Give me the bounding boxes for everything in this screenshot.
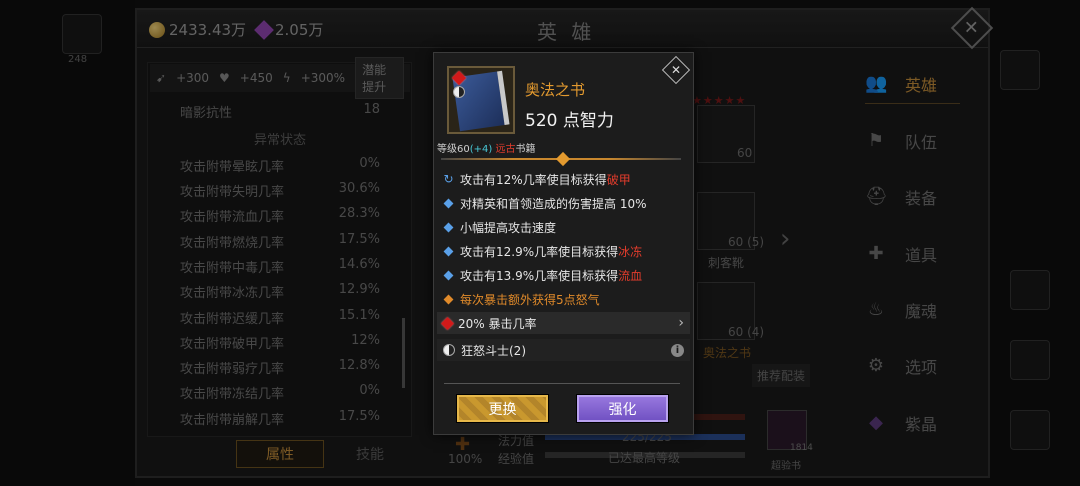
set-bonus-text: 狂怒斗士(2) [461,343,526,358]
info-icon[interactable]: i [671,343,684,357]
effect-text: 攻击有12%几率使目标获得 [460,172,607,187]
blue-diamond-icon [443,270,454,280]
close-icon: ✕ [670,63,682,77]
effect-line: ↻ 攻击有12%几率使目标获得破甲 [443,170,631,188]
effect-text: 每次暴击额外获得5点怒气 [460,292,600,307]
reroll-icon: ↻ [443,172,454,186]
blue-diamond-icon [443,198,454,208]
item-level: 等级60 [437,144,470,155]
set-bonus-row[interactable]: 狂怒斗士(2) i [437,339,690,361]
item-name: 奥法之书 [525,81,586,99]
effect-line: 每次暴击额外获得5点怒气 [443,290,600,308]
blue-diamond-icon [443,246,454,256]
effect-highlight: 冰冻 [618,244,643,259]
item-rarity: 远古 [495,144,516,155]
effect-text: 对精英和首领造成的伤害提高 10% [460,196,647,211]
item-type: 书籍 [515,144,536,155]
yinyang-icon [443,344,455,356]
orange-diamond-icon [443,294,454,304]
blue-diamond-icon [443,222,454,232]
item-main-stat: 520 点智力 [525,111,614,131]
effect-highlight: 流血 [618,268,643,283]
ruby-icon [441,316,454,330]
gem-bonus-text: 20% 暴击几率 [458,316,537,331]
item-level-line: 等级60(+4) 远古书籍 [437,140,535,155]
popup-divider [444,383,680,384]
effect-line: 对精英和首领造成的伤害提高 10% [443,194,647,212]
item-level-bonus: (+4) [469,144,493,155]
effect-text: 攻击有13.9%几率使目标获得 [460,268,619,283]
enhance-button[interactable]: 强化 [576,394,669,423]
effect-line: 小幅提高攻击速度 [443,218,556,236]
effect-line: 攻击有13.9%几率使目标获得流血 [443,266,642,284]
chevron-right-icon: › [678,315,684,331]
effect-highlight: 破甲 [606,172,631,187]
replace-button[interactable]: 更换 [456,394,549,423]
effect-line: 攻击有12.9%几率使目标获得冰冻 [443,242,642,260]
set-bonus-icon [453,86,465,98]
effect-text: 攻击有12.9%几率使目标获得 [460,244,619,259]
effect-text: 小幅提高攻击速度 [460,220,557,235]
gem-socket-row[interactable]: 20% 暴击几率 › [437,312,690,334]
